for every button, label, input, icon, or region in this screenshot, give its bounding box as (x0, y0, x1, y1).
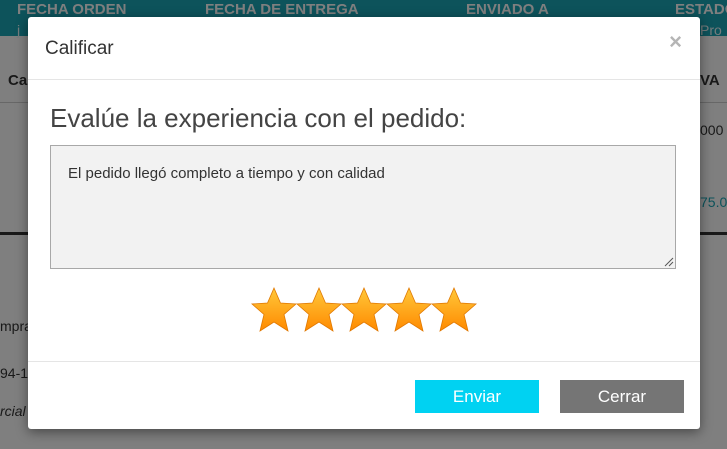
star-icon[interactable] (430, 286, 478, 334)
rating-modal: Calificar × Evalúe la experiencia con el… (28, 17, 700, 429)
star-icon[interactable] (295, 286, 343, 334)
close-button[interactable]: Cerrar (560, 380, 684, 413)
star-icon[interactable] (385, 286, 433, 334)
close-icon[interactable]: × (669, 31, 682, 53)
star-icon[interactable] (250, 286, 298, 334)
star-rating (250, 286, 480, 336)
modal-footer: Enviar Cerrar (28, 361, 700, 430)
rating-question: Evalúe la experiencia con el pedido: (50, 103, 467, 133)
modal-body: Evalúe la experiencia con el pedido: (28, 80, 700, 362)
comment-textarea[interactable] (50, 145, 676, 269)
send-button[interactable]: Enviar (415, 380, 539, 413)
modal-header: Calificar × (28, 17, 700, 80)
resize-grip-icon[interactable] (664, 257, 674, 267)
star-icon[interactable] (340, 286, 388, 334)
modal-title: Calificar (45, 38, 114, 59)
